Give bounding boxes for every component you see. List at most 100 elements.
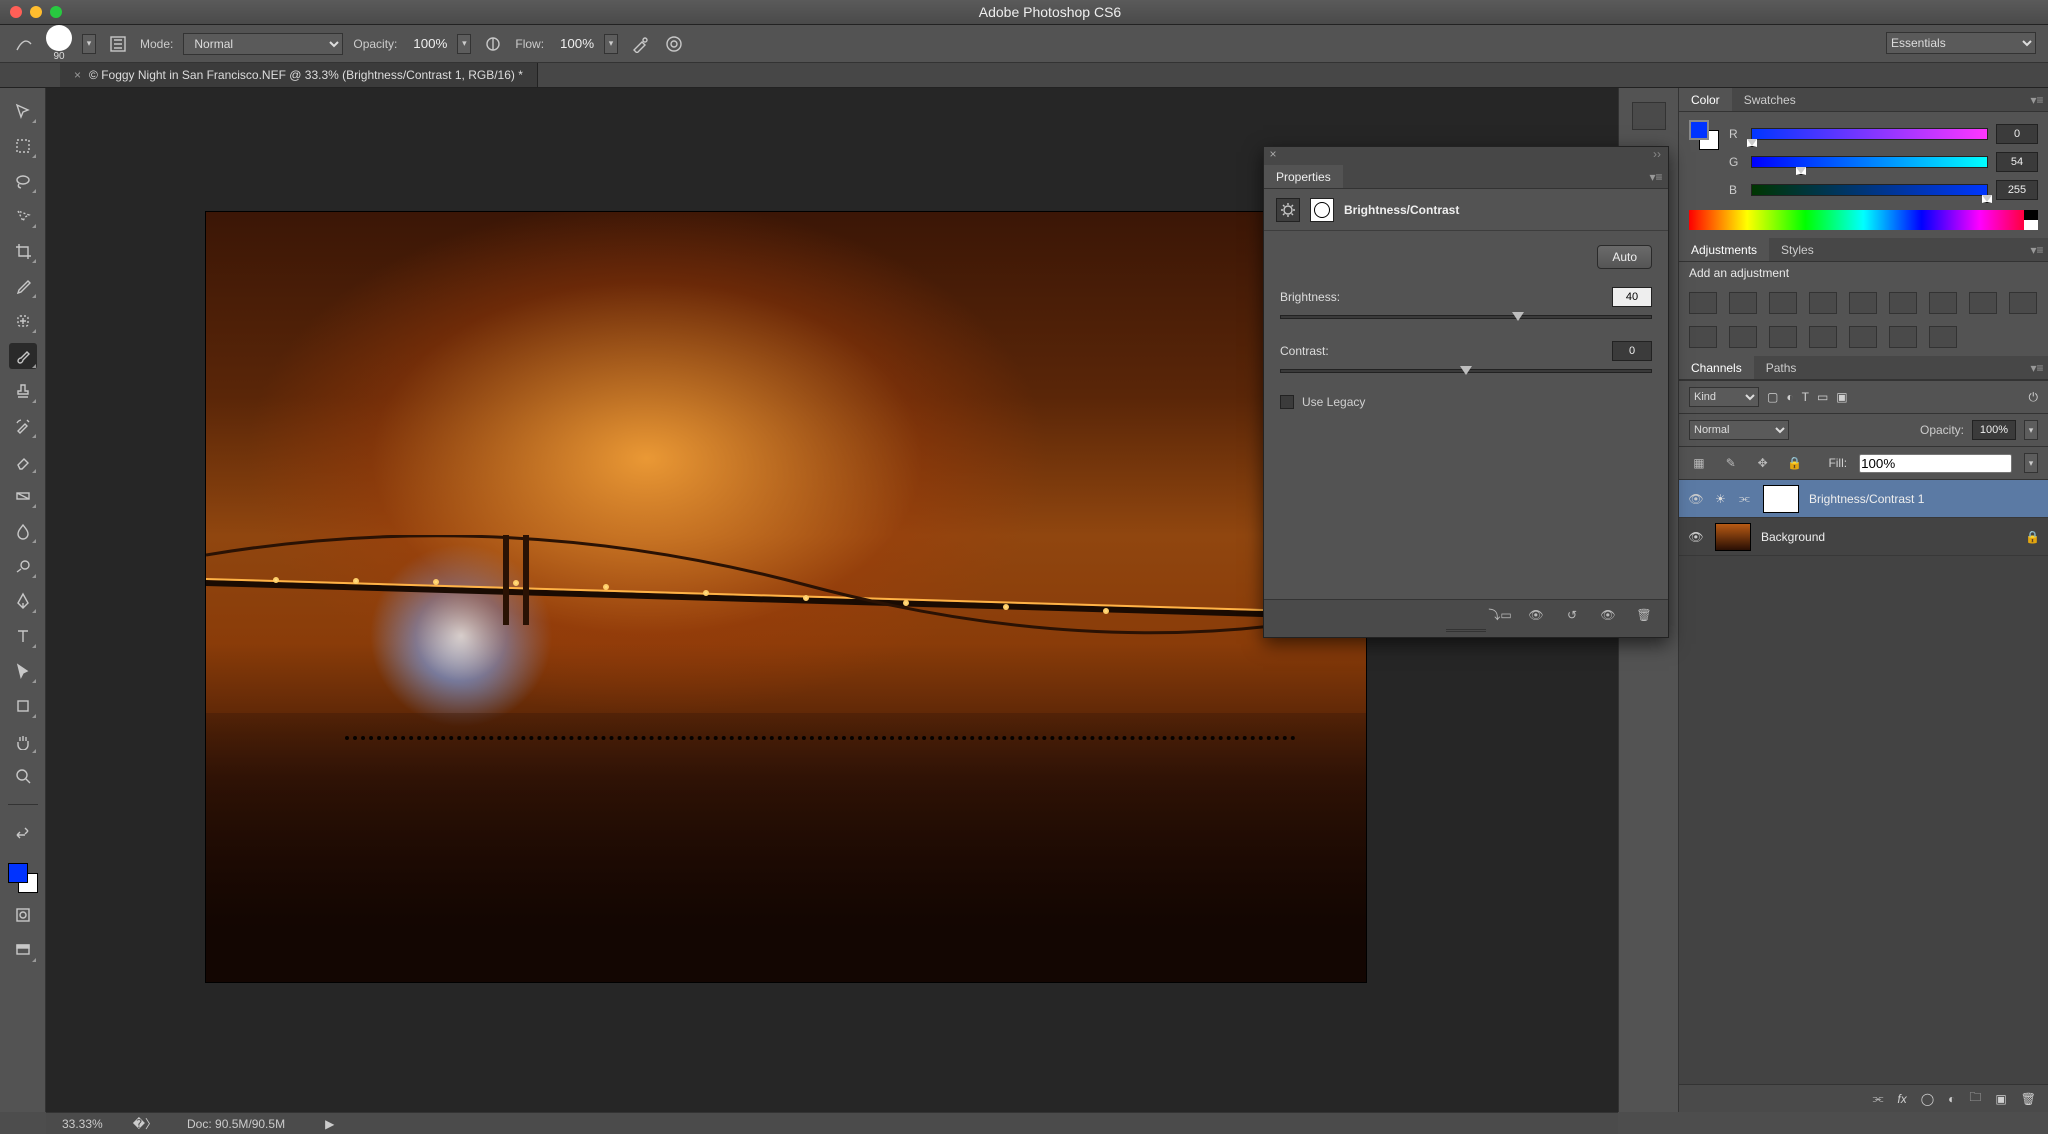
tab-styles[interactable]: Styles bbox=[1769, 238, 1826, 261]
legacy-checkbox[interactable] bbox=[1280, 395, 1294, 409]
color-swatches[interactable] bbox=[8, 863, 38, 893]
contrast-thumb-icon[interactable] bbox=[1460, 366, 1472, 375]
layer-visibility-icon[interactable]: 👁 bbox=[1687, 492, 1705, 506]
color-spectrum[interactable] bbox=[1689, 210, 2038, 230]
lock-all-icon[interactable]: 🔒 bbox=[1785, 454, 1805, 472]
filter-adj-icon[interactable]: ◐ bbox=[1786, 390, 1793, 404]
tool-preset-icon[interactable] bbox=[12, 32, 36, 56]
adj-curves-icon[interactable] bbox=[1769, 292, 1797, 314]
adj-invert-icon[interactable] bbox=[1729, 326, 1757, 348]
shape-tool[interactable] bbox=[9, 693, 37, 719]
flow-input[interactable] bbox=[554, 36, 594, 51]
properties-collapse-icon[interactable]: ›› bbox=[1646, 147, 1668, 165]
zoom-window-icon[interactable] bbox=[50, 6, 62, 18]
expand-status-icon[interactable]: �〉 bbox=[133, 1115, 157, 1132]
layer-mask-thumb[interactable] bbox=[1763, 485, 1799, 513]
adj-bw-icon[interactable] bbox=[1929, 292, 1957, 314]
layer-fill-input[interactable] bbox=[1859, 454, 2012, 473]
foreground-color-swatch[interactable] bbox=[8, 863, 28, 883]
zoom-readout[interactable]: 33.33% bbox=[62, 1117, 103, 1131]
channel-slider[interactable] bbox=[1751, 156, 1988, 168]
layer-blend-select[interactable]: Normal bbox=[1689, 420, 1789, 440]
brightness-input[interactable] bbox=[1612, 287, 1652, 307]
channel-slider[interactable] bbox=[1751, 184, 1988, 196]
flow-dropdown-icon[interactable] bbox=[604, 34, 618, 54]
view-previous-icon[interactable]: 👁 bbox=[1526, 606, 1546, 624]
channel-slider[interactable] bbox=[1751, 128, 1988, 140]
pressure-size-icon[interactable] bbox=[662, 32, 686, 56]
brush-preview[interactable]: 90 bbox=[46, 25, 72, 62]
lock-transparency-icon[interactable]: ▦ bbox=[1689, 454, 1709, 472]
properties-resize-grip[interactable] bbox=[1264, 629, 1668, 637]
filter-image-icon[interactable]: ▢ bbox=[1767, 390, 1778, 404]
tab-channels[interactable]: Channels bbox=[1679, 356, 1754, 379]
layer-name-label[interactable]: Brightness/Contrast 1 bbox=[1809, 492, 1924, 506]
eraser-tool[interactable] bbox=[9, 448, 37, 474]
layer-filter-select[interactable]: Kind bbox=[1689, 387, 1759, 407]
toggle-visibility-icon[interactable]: 👁 bbox=[1598, 606, 1618, 624]
blend-mode-select[interactable]: Normal bbox=[183, 33, 343, 55]
auto-button[interactable]: Auto bbox=[1597, 245, 1652, 269]
close-window-icon[interactable] bbox=[10, 6, 22, 18]
opacity-dropdown-icon[interactable] bbox=[457, 34, 471, 54]
dodge-tool[interactable] bbox=[9, 553, 37, 579]
filter-toggle-icon[interactable]: ⏻ bbox=[2029, 390, 2039, 405]
new-group-icon[interactable]: 🗀 bbox=[1969, 1088, 1981, 1109]
fg-mini-swatch[interactable] bbox=[1689, 120, 1709, 140]
brightness-slider[interactable] bbox=[1280, 315, 1652, 319]
lasso-tool[interactable] bbox=[9, 168, 37, 194]
channel-thumb-icon[interactable] bbox=[1982, 195, 1992, 203]
move-tool[interactable] bbox=[9, 98, 37, 124]
channel-value-input[interactable] bbox=[1996, 180, 2038, 200]
airbrush-icon[interactable] bbox=[628, 32, 652, 56]
history-brush-tool[interactable] bbox=[9, 413, 37, 439]
new-adj-layer-icon[interactable]: ◐ bbox=[1948, 1092, 1955, 1106]
workspace-select[interactable]: Essentials bbox=[1886, 32, 2036, 54]
layer-visibility-icon[interactable]: 👁 bbox=[1687, 530, 1705, 544]
type-tool[interactable] bbox=[9, 623, 37, 649]
brush-tool[interactable] bbox=[9, 343, 37, 369]
adj-exposure-icon[interactable] bbox=[1809, 292, 1837, 314]
tab-color[interactable]: Color bbox=[1679, 88, 1732, 111]
swap-colors-icon[interactable] bbox=[9, 820, 37, 846]
tab-swatches[interactable]: Swatches bbox=[1732, 88, 1808, 111]
zoom-tool[interactable] bbox=[9, 763, 37, 789]
link-icon[interactable]: ⫘ bbox=[1739, 491, 1753, 506]
path-select-tool[interactable] bbox=[9, 658, 37, 684]
layer-mask-thumb-icon[interactable] bbox=[1310, 198, 1334, 222]
delete-layer-icon[interactable]: 🗑 bbox=[2021, 1092, 2036, 1106]
pen-tool[interactable] bbox=[9, 588, 37, 614]
channel-value-input[interactable] bbox=[1996, 152, 2038, 172]
adj-selective-color-icon[interactable] bbox=[1889, 326, 1917, 348]
layer-fill-dropdown-icon[interactable] bbox=[2024, 453, 2038, 473]
adj-threshold-icon[interactable] bbox=[1809, 326, 1837, 348]
channel-value-input[interactable] bbox=[1996, 124, 2038, 144]
adj-brightness-icon[interactable] bbox=[1689, 292, 1717, 314]
adj-photo-filter-icon[interactable] bbox=[1969, 292, 1997, 314]
filter-shape-icon[interactable]: ▭ bbox=[1817, 390, 1828, 404]
brush-dropdown-icon[interactable] bbox=[82, 34, 96, 54]
adj-vibrance-icon[interactable] bbox=[1849, 292, 1877, 314]
properties-panel-bar[interactable]: × ›› bbox=[1264, 147, 1668, 165]
lock-pixels-icon[interactable]: ✎ bbox=[1721, 454, 1741, 472]
link-layers-icon[interactable]: ⫘ bbox=[1873, 1091, 1884, 1106]
reset-icon[interactable]: ↺ bbox=[1562, 606, 1582, 624]
document-tab[interactable]: × © Foggy Night in San Francisco.NEF @ 3… bbox=[60, 63, 538, 87]
workspace-switcher[interactable]: Essentials bbox=[1886, 32, 2036, 54]
marquee-tool[interactable] bbox=[9, 133, 37, 159]
adj-more-icon[interactable] bbox=[1929, 326, 1957, 348]
stamp-tool[interactable] bbox=[9, 378, 37, 404]
contrast-slider[interactable] bbox=[1280, 369, 1652, 373]
healing-tool[interactable] bbox=[9, 308, 37, 334]
layer-row[interactable]: 👁☀⫘Brightness/Contrast 1 bbox=[1679, 480, 2048, 518]
layer-name-label[interactable]: Background bbox=[1761, 530, 1825, 544]
blur-tool[interactable] bbox=[9, 518, 37, 544]
eyedropper-tool[interactable] bbox=[9, 273, 37, 299]
adj-posterize-icon[interactable] bbox=[1769, 326, 1797, 348]
adjustments-panel-menu-icon[interactable]: ▾≡ bbox=[2026, 238, 2048, 261]
quick-mask-icon[interactable] bbox=[9, 902, 37, 928]
filter-type-icon[interactable]: T bbox=[1802, 390, 1809, 404]
brush-panel-toggle-icon[interactable] bbox=[106, 32, 130, 56]
pressure-opacity-icon[interactable] bbox=[481, 32, 505, 56]
tab-adjustments[interactable]: Adjustments bbox=[1679, 238, 1769, 261]
